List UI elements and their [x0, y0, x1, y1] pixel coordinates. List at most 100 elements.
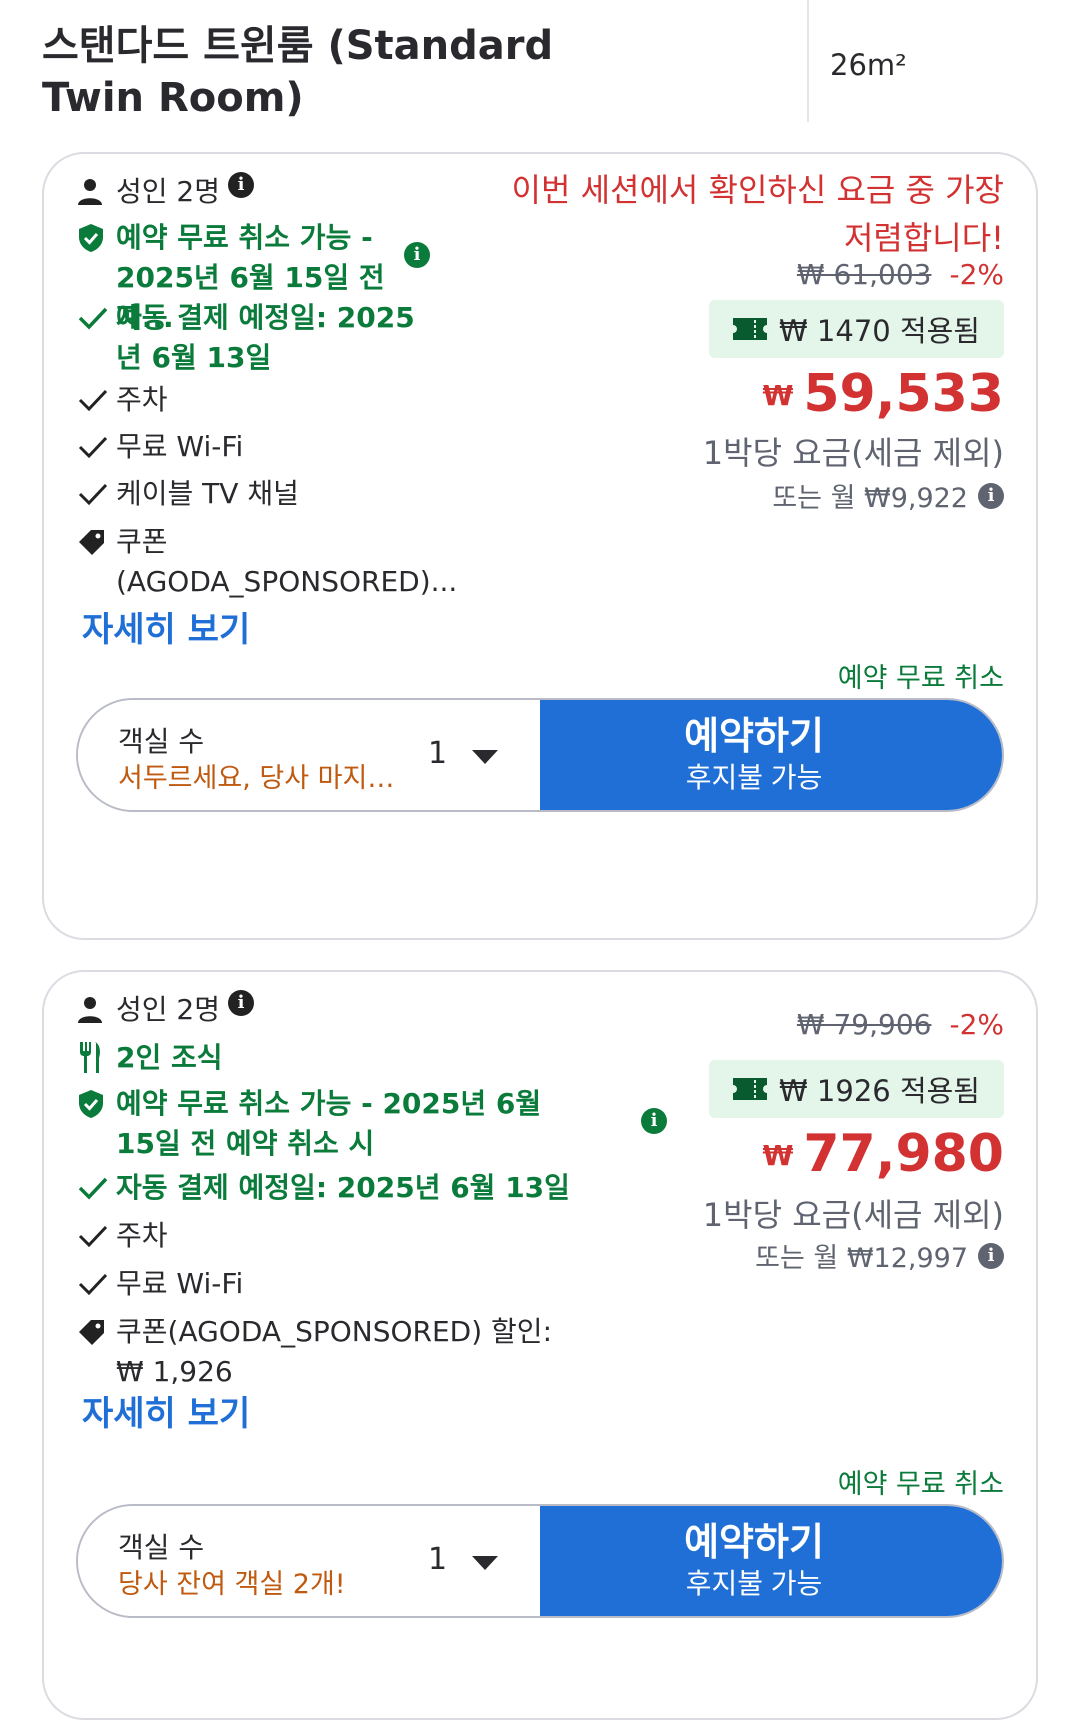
currency-symbol: ₩ — [762, 379, 794, 412]
pay-later-label: 후지불 가능 — [685, 1568, 823, 1599]
final-price: ₩59,533 — [762, 364, 1004, 424]
adults-row: 성인 2명 i — [78, 172, 254, 212]
room-title: 스탠다드 트윈룸 (Standard Twin Room) — [42, 23, 554, 121]
coupon-label: 쿠폰(AGODA_SPONSORED) 할인: — [116, 1315, 553, 1348]
room-count-label: 객실 수 — [118, 1531, 205, 1564]
availability-note: 당사 잔여 객실 2개! — [118, 1569, 346, 1600]
auto-payment-row: 자동 결제 예정일: 2025년 6월 13일 — [78, 298, 438, 378]
coupon-applied-text: ₩ 1470 적용됨 — [779, 314, 980, 348]
monthly-price-row: 또는 월 ₩12,997 i — [755, 1236, 1004, 1275]
coupon-row: 쿠폰(AGODA_SPONSORED) 할인: ₩ 1,926 — [78, 1312, 552, 1392]
person-icon — [78, 990, 116, 1030]
price-value: 59,533 — [803, 364, 1004, 424]
info-icon[interactable]: i — [978, 482, 1004, 509]
original-price: ₩ 79,906 — [796, 1008, 932, 1041]
info-icon[interactable]: i — [228, 172, 254, 198]
coupon-code: (AGODA_SPONSORED)... — [116, 565, 458, 598]
checkmark-icon — [78, 474, 116, 514]
amenity-label: 케이블 TV 채널 — [116, 477, 299, 510]
coupon-applied-chip: ₩ 1926 적용됨 — [709, 1060, 1004, 1118]
book-button[interactable]: 예약하기 후지불 가능 — [540, 700, 1002, 810]
room-count-selector[interactable]: 객실 수 서두르세요, 당사 마지막 객실! 1 — [78, 700, 540, 810]
discount-badge: -2% — [949, 1008, 1004, 1041]
monthly-price: 또는 월 ₩9,922 — [772, 483, 968, 514]
coupon-row: 쿠폰 (AGODA_SPONSORED)... — [78, 522, 457, 602]
amenity-row: 주차 — [78, 1216, 168, 1256]
price-per-night-note: 1박당 요금(세금 제외) — [702, 434, 1004, 472]
price-per-night-note: 1박당 요금(세금 제외) — [702, 1196, 1004, 1234]
breakfast-label: 2인 조식 — [116, 1041, 223, 1074]
price-value: 77,980 — [803, 1124, 1004, 1184]
original-price-row: ₩ 61,003 -2% — [797, 258, 1004, 291]
book-button[interactable]: 예약하기 후지불 가능 — [540, 1506, 1002, 1616]
amenity-label: 주차 — [116, 1219, 168, 1252]
room-count-value: 1 — [428, 1542, 448, 1577]
cancel-policy-text: 예약 무료 취소 가능 - 2025년 6월 15일 전 예약 취소 시 — [116, 1087, 542, 1160]
original-price-row: ₩ 79,906 -2% — [797, 1008, 1004, 1041]
ticket-icon — [733, 318, 768, 340]
adults-label: 성인 2명 — [116, 993, 220, 1026]
coupon-label: 쿠폰 — [116, 525, 168, 558]
shield-check-icon — [78, 218, 116, 258]
auto-payment-row: 자동 결제 예정일: 2025년 6월 13일 — [78, 1168, 570, 1208]
info-icon[interactable]: i — [228, 990, 254, 1016]
final-price: ₩77,980 — [762, 1124, 1004, 1184]
room-count-value: 1 — [428, 736, 448, 771]
header-divider — [807, 0, 809, 122]
availability-note: 서두르세요, 당사 마지막 객실! — [118, 763, 418, 794]
free-cancel-label: 예약 무료 취소 — [837, 1469, 1004, 1500]
booking-bar: 객실 수 서두르세요, 당사 마지막 객실! 1 예약하기 후지불 가능 — [76, 698, 1004, 812]
book-button-label: 예약하기 — [684, 1522, 824, 1564]
rate-card: 성인 2명 i 예약 무료 취소 가능 - 2025년 6월 15일 전 예..… — [42, 152, 1038, 940]
amenity-row: 케이블 TV 채널 — [78, 474, 299, 514]
monthly-price: 또는 월 ₩12,997 — [755, 1243, 968, 1274]
book-button-label: 예약하기 — [684, 716, 824, 758]
room-count-selector[interactable]: 객실 수 당사 잔여 객실 2개! 1 — [78, 1506, 540, 1616]
info-icon[interactable]: i — [641, 1108, 667, 1134]
checkmark-icon — [78, 380, 116, 420]
caret-down-icon[interactable] — [472, 750, 498, 764]
monthly-price-row: 또는 월 ₩9,922 i — [772, 476, 1004, 515]
adults-row: 성인 2명 i — [78, 990, 254, 1030]
pay-later-label: 후지불 가능 — [685, 762, 823, 793]
coupon-applied-chip: ₩ 1470 적용됨 — [709, 300, 1004, 358]
room-count-label: 객실 수 — [118, 725, 205, 758]
fork-knife-icon — [78, 1038, 116, 1078]
ticket-icon — [733, 1078, 768, 1100]
amenity-row: 무료 Wi-Fi — [78, 1264, 243, 1304]
cancel-policy-row: 예약 무료 취소 가능 - 2025년 6월 15일 전 예약 취소 시 — [78, 1084, 558, 1164]
details-link[interactable]: 자세히 보기 — [82, 602, 250, 651]
adults-label: 성인 2명 — [116, 175, 220, 208]
tag-icon — [78, 522, 116, 562]
breakfast-row: 2인 조식 — [78, 1038, 223, 1078]
coupon-discount: ₩ 1,926 — [116, 1355, 233, 1388]
original-price: ₩ 61,003 — [796, 258, 932, 291]
tag-icon — [78, 1312, 116, 1352]
checkmark-icon — [78, 1216, 116, 1256]
room-header: 스탠다드 트윈룸 (Standard Twin Room) 26m² — [0, 0, 1079, 125]
checkmark-icon — [78, 298, 116, 338]
amenity-label: 무료 Wi-Fi — [116, 430, 244, 463]
auto-payment-text: 자동 결제 예정일: 2025년 6월 13일 — [116, 301, 415, 374]
room-size: 26m² — [830, 48, 907, 82]
amenity-row: 주차 — [78, 380, 168, 420]
amenity-row: 무료 Wi-Fi — [78, 427, 243, 467]
info-icon[interactable]: i — [404, 242, 430, 268]
cheapest-promo-message: 이번 세션에서 확인하신 요금 중 가장 저렴합니다! — [511, 171, 1004, 257]
checkmark-icon — [78, 1168, 116, 1208]
checkmark-icon — [78, 1264, 116, 1304]
caret-down-icon[interactable] — [472, 1556, 498, 1570]
shield-check-icon — [78, 1084, 116, 1124]
amenity-label: 주차 — [116, 383, 168, 416]
rate-card: 성인 2명 i 2인 조식 예약 무료 취소 가능 - 2025년 6월 15일… — [42, 970, 1038, 1720]
checkmark-icon — [78, 427, 116, 467]
discount-badge: -2% — [949, 258, 1004, 291]
auto-payment-text: 자동 결제 예정일: 2025년 6월 13일 — [116, 1171, 570, 1204]
coupon-applied-text: ₩ 1926 적용됨 — [779, 1074, 980, 1108]
booking-bar: 객실 수 당사 잔여 객실 2개! 1 예약하기 후지불 가능 — [76, 1504, 1004, 1618]
info-icon[interactable]: i — [978, 1242, 1004, 1269]
details-link[interactable]: 자세히 보기 — [82, 1386, 250, 1435]
person-icon — [78, 172, 116, 212]
amenity-label: 무료 Wi-Fi — [116, 1267, 244, 1300]
free-cancel-label: 예약 무료 취소 — [837, 663, 1004, 694]
